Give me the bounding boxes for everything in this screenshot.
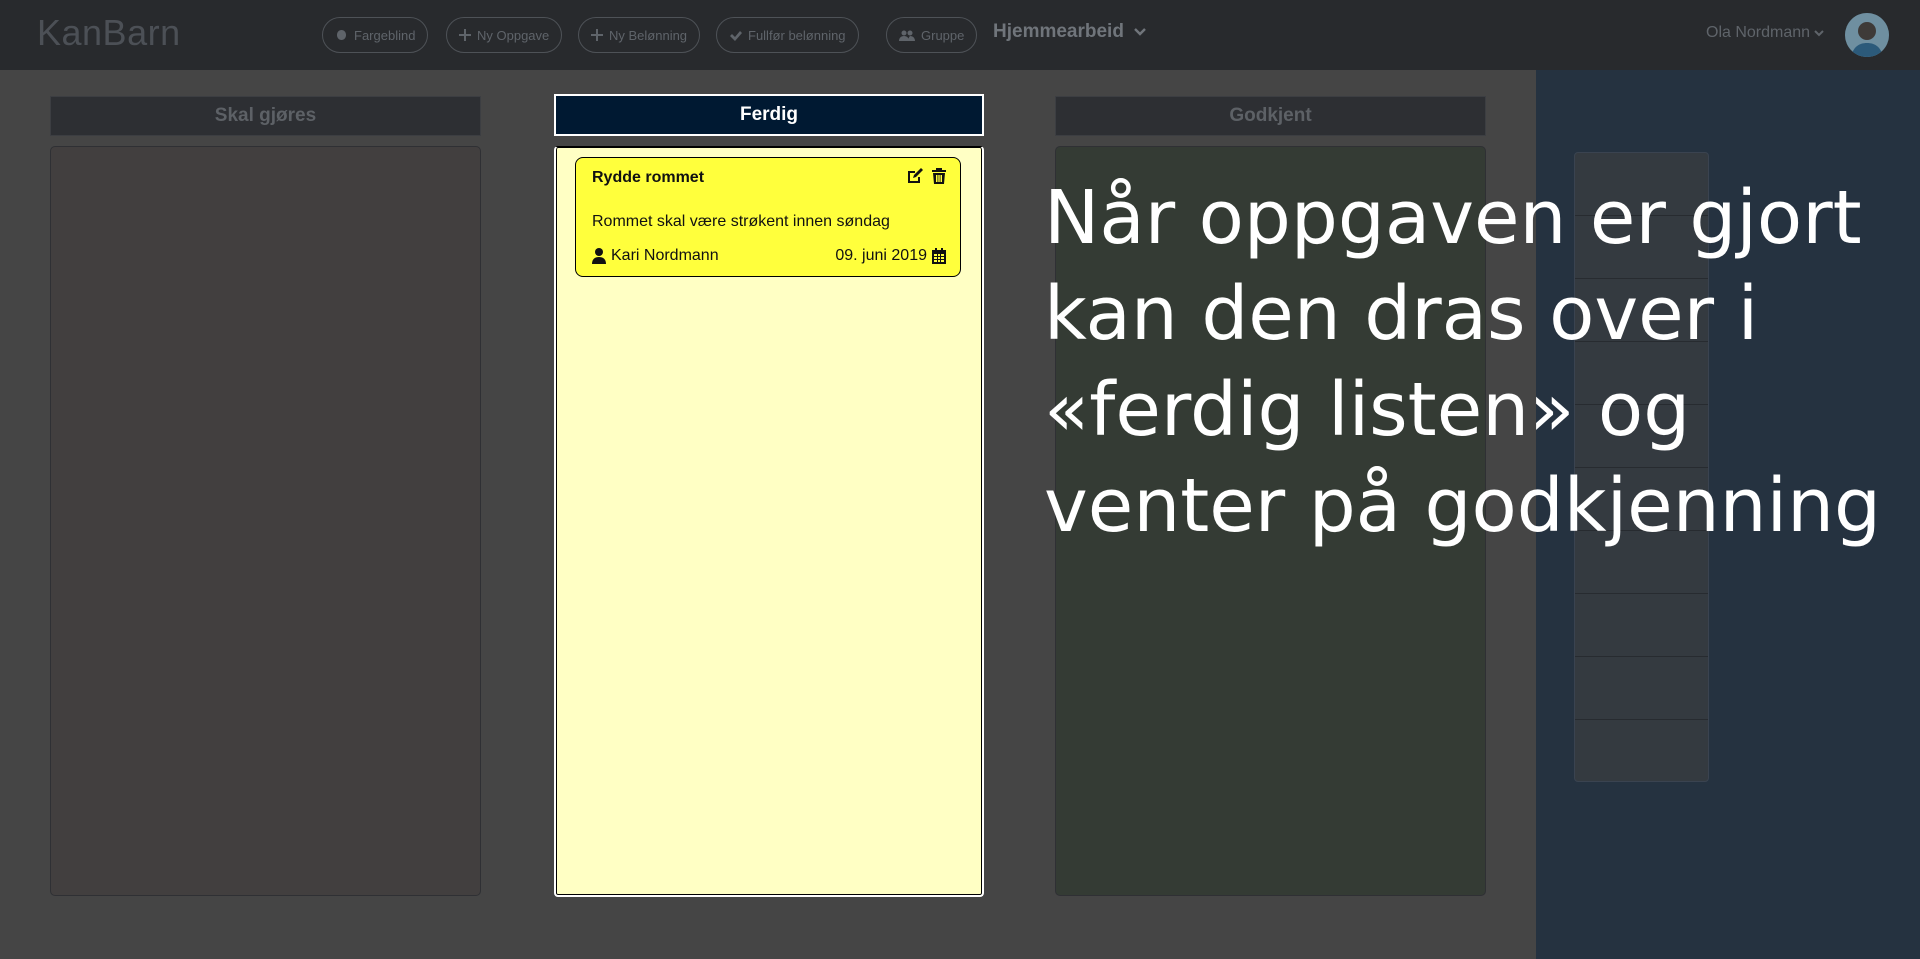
- colorblind-button-label: Fargeblind: [354, 27, 416, 43]
- task-assignee-name: Kari Nordmann: [611, 247, 719, 264]
- group-button[interactable]: Gruppe: [886, 17, 978, 53]
- todo-column-title: Skal gjøres: [214, 105, 317, 126]
- task-card[interactable]: Rydde rommet Rommet skal være strøkent i…: [575, 157, 961, 277]
- task-assignee: Kari Nordmann: [592, 247, 719, 265]
- task-due-date: 09. juni 2019: [835, 247, 946, 265]
- chevron-down-icon: [1814, 29, 1824, 36]
- reward-slot[interactable]: [1575, 657, 1708, 720]
- chevron-down-icon: [1134, 28, 1146, 36]
- overlay-line: kan den dras over i: [1044, 271, 1759, 357]
- overlay-line: venter på godkjenning: [1044, 463, 1881, 549]
- new-task-button[interactable]: Ny Oppgave: [446, 17, 563, 53]
- users-icon: [899, 30, 915, 41]
- overlay-line: Når oppgaven er gjort: [1044, 175, 1862, 261]
- user-menu[interactable]: Ola Nordmann: [1706, 24, 1824, 42]
- user-icon: [592, 248, 606, 264]
- done-column-header: Ferdig: [554, 94, 984, 136]
- navbar: KanBarn Fargeblind Ny Oppgave Ny Belønni…: [0, 0, 1920, 70]
- edit-icon[interactable]: [907, 168, 924, 184]
- group-dropdown[interactable]: Hjemmearbeid: [993, 21, 1146, 43]
- new-reward-button[interactable]: Ny Belønning: [578, 17, 701, 53]
- avatar[interactable]: [1845, 13, 1889, 57]
- task-description: Rommet skal være strøkent innen søndag: [592, 213, 890, 230]
- plus-icon: [591, 29, 603, 41]
- calendar-icon: [932, 248, 946, 264]
- brain-icon: [337, 30, 346, 40]
- user-avatar-icon: [1845, 13, 1889, 57]
- new-task-button-label: Ny Oppgave: [477, 27, 550, 43]
- check-icon: [730, 30, 742, 41]
- task-title: Rydde rommet: [592, 169, 705, 186]
- done-column-title: Ferdig: [739, 104, 799, 125]
- todo-column-header: Skal gjøres: [50, 96, 481, 136]
- plus-icon: [459, 29, 471, 41]
- approved-column-header: Godkjent: [1055, 96, 1486, 136]
- approved-column-title: Godkjent: [1229, 105, 1312, 126]
- complete-reward-button[interactable]: Fullfør belønning: [716, 17, 859, 53]
- overlay-line: «ferdig listen» og: [1044, 367, 1691, 453]
- brand-logo[interactable]: KanBarn: [37, 12, 181, 54]
- reward-slot[interactable]: [1575, 720, 1708, 783]
- reward-slot[interactable]: [1575, 594, 1708, 657]
- user-name: Ola Nordmann: [1706, 24, 1811, 41]
- colorblind-button[interactable]: Fargeblind: [322, 17, 429, 53]
- complete-reward-button-label: Fullfør belønning: [748, 27, 846, 43]
- new-reward-button-label: Ny Belønning: [609, 27, 688, 43]
- group-button-label: Gruppe: [921, 27, 965, 43]
- group-dropdown-label: Hjemmearbeid: [993, 21, 1124, 42]
- todo-column-dropzone[interactable]: [50, 146, 481, 896]
- tutorial-overlay-text: Når oppgaven er gjort kan den dras over …: [1044, 170, 1904, 554]
- trash-icon[interactable]: [932, 168, 946, 184]
- task-due-date-text: 09. juni 2019: [835, 247, 927, 264]
